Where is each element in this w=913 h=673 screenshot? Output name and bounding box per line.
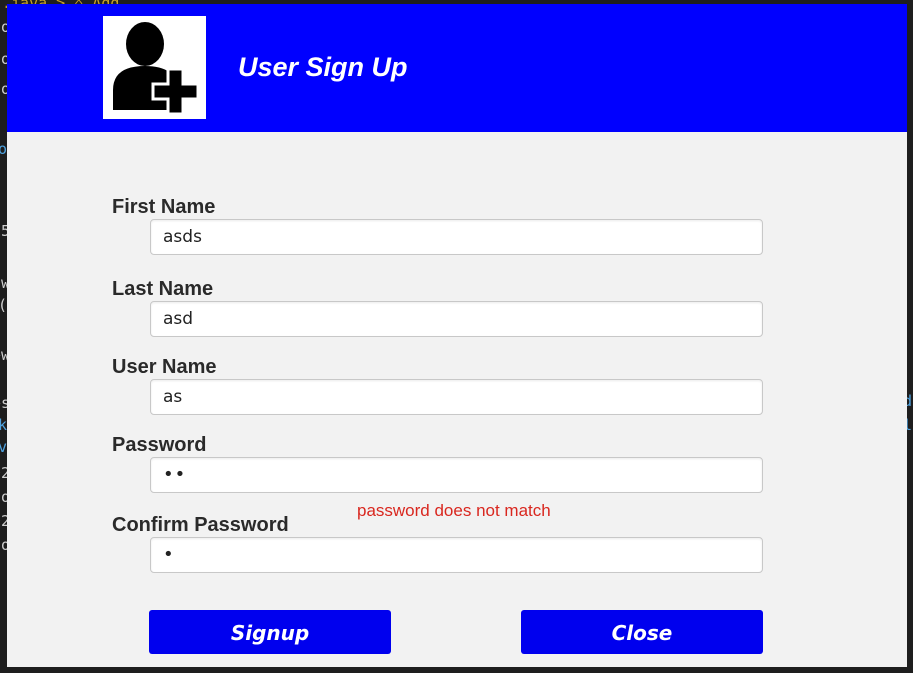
- password-error-message: password does not match: [357, 501, 551, 520]
- dialog-header: User Sign Up: [7, 4, 907, 132]
- confirm-password-label: Confirm Password: [112, 514, 289, 536]
- background-editor-text: v: [0, 438, 8, 456]
- user-add-icon: [103, 16, 206, 119]
- password-input[interactable]: ••: [150, 457, 763, 493]
- user-name-label: User Name: [112, 356, 217, 378]
- user-name-input[interactable]: as: [150, 379, 763, 415]
- confirm-password-input[interactable]: •: [150, 537, 763, 573]
- signup-dialog: User Sign Up First Name asds Last Name a…: [7, 4, 907, 667]
- last-name-input[interactable]: asd: [150, 301, 763, 337]
- last-name-label: Last Name: [112, 278, 214, 300]
- background-editor-text: o: [0, 140, 8, 158]
- background-editor-text: (: [0, 296, 7, 314]
- background-editor-text: k: [0, 416, 8, 434]
- password-label: Password: [112, 434, 207, 456]
- dialog-title: User Sign Up: [238, 52, 408, 82]
- signup-button[interactable]: Signup: [149, 610, 391, 654]
- first-name-label: First Name: [112, 196, 216, 218]
- close-button[interactable]: Close: [521, 610, 763, 654]
- first-name-input[interactable]: asds: [150, 219, 763, 255]
